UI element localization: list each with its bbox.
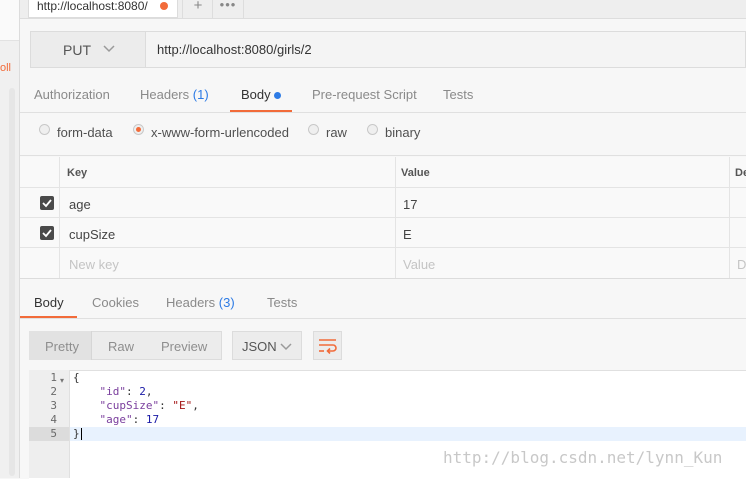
view-preview-button[interactable]: Preview [161,339,207,354]
method-select[interactable]: PUT [30,31,146,68]
code-line: "id": 2, [99,385,153,398]
more-dots-icon: ••• [219,0,237,12]
check-icon [42,199,52,208]
code-key: "age" [99,413,133,426]
row-checkbox-age[interactable] [40,196,54,210]
code-value: 2 [139,385,146,398]
radio-form-data[interactable] [39,124,50,135]
tab-pre-request-script[interactable]: Pre-request Script [312,87,417,102]
radio-binary-label[interactable]: binary [385,125,420,140]
params-table [20,157,746,278]
divider [20,155,746,156]
column-header-key: Key [67,167,88,179]
new-tab-button[interactable]: + [182,0,213,18]
watermark: http://blog.csdn.net/lynn_Kun [443,448,723,467]
radio-binary[interactable] [367,124,378,135]
left-strip-top [0,0,19,41]
code-brace: } [73,427,80,440]
new-description-input[interactable]: D [737,257,746,272]
format-select[interactable]: JSON [232,331,302,360]
method-label: PUT [63,42,91,58]
tab-authorization[interactable]: Authorization [34,87,110,102]
unsaved-dot-icon [160,2,168,10]
left-strip-text: oll [0,62,12,74]
request-tab-title: http://localhost:8080/ [37,0,148,13]
wrap-lines-button[interactable] [313,331,342,360]
code-line: "cupSize": "E", [99,399,199,412]
line-number: 3 [50,399,57,412]
tab-headers-count: (1) [192,87,209,102]
new-value-input[interactable]: Value [403,257,435,272]
fold-caret-icon[interactable]: ▾ [60,376,64,385]
table-row-line [20,187,746,188]
row-checkbox-cupsize[interactable] [40,226,54,240]
response-tab-headers-count: (3) [218,295,235,310]
divider [20,318,746,319]
line-number: 1 [50,371,57,384]
view-pretty-button[interactable]: Pretty [45,339,79,354]
response-tab-headers[interactable]: Headers (3) [166,295,235,310]
table-row-line [20,247,746,248]
text-caret [81,428,82,440]
plus-icon: + [193,0,203,14]
radio-form-data-label[interactable]: form-data [57,125,113,140]
wrap-lines-icon [319,339,337,354]
tab-tests[interactable]: Tests [443,87,473,102]
column-header-value: Value [401,167,430,179]
url-value: http://localhost:8080/girls/2 [157,42,312,57]
tab-headers-label: Headers [140,87,190,102]
divider [20,278,746,279]
radio-raw[interactable] [308,124,319,135]
body-modified-dot-icon [274,92,281,99]
tab-body[interactable]: Body [241,87,271,102]
code-key: "cupSize" [99,399,160,412]
format-label: JSON [242,339,277,354]
chevron-down-icon [103,45,115,53]
view-raw-button[interactable]: Raw [108,339,134,354]
line-number: 2 [50,385,57,398]
row-value-age[interactable]: 17 [403,197,417,212]
request-tab-active[interactable]: http://localhost:8080/ [28,0,178,18]
left-sidebar-strip: oll [0,0,20,478]
response-tab-tests[interactable]: Tests [267,295,297,310]
row-value-cupsize[interactable]: E [403,227,412,242]
column-header-description: De [735,167,746,179]
code-brace: { [73,371,80,384]
chevron-down-icon [280,343,292,351]
radio-x-www-form-urlencoded-label[interactable]: x-www-form-urlencoded [151,125,289,140]
code-line: } [73,427,80,441]
current-line-highlight [70,427,746,441]
radio-raw-label[interactable]: raw [326,125,347,140]
row-key-age[interactable]: age [69,197,91,212]
new-key-input[interactable]: New key [69,257,119,272]
row-key-cupsize[interactable]: cupSize [69,227,115,242]
sidebar-scrollbar[interactable] [9,88,15,476]
code-value: 17 [145,413,160,426]
tab-headers[interactable]: Headers (1) [140,87,209,102]
response-tab-body[interactable]: Body [34,295,64,310]
code-key: "id" [99,385,127,398]
divider [20,112,746,113]
line-number: 4 [50,413,57,426]
code-line: { [73,371,80,385]
response-tab-cookies[interactable]: Cookies [92,295,139,310]
line-number: 5 [50,427,57,440]
url-input[interactable]: http://localhost:8080/girls/2 [146,31,746,68]
code-value: "E" [172,399,193,412]
check-icon [42,229,52,238]
table-row-line [20,217,746,218]
code-line: "age": 17 [99,413,160,426]
response-tab-headers-label: Headers [166,295,216,310]
tab-more-button[interactable]: ••• [212,0,244,18]
radio-x-www-form-urlencoded[interactable] [133,124,144,135]
